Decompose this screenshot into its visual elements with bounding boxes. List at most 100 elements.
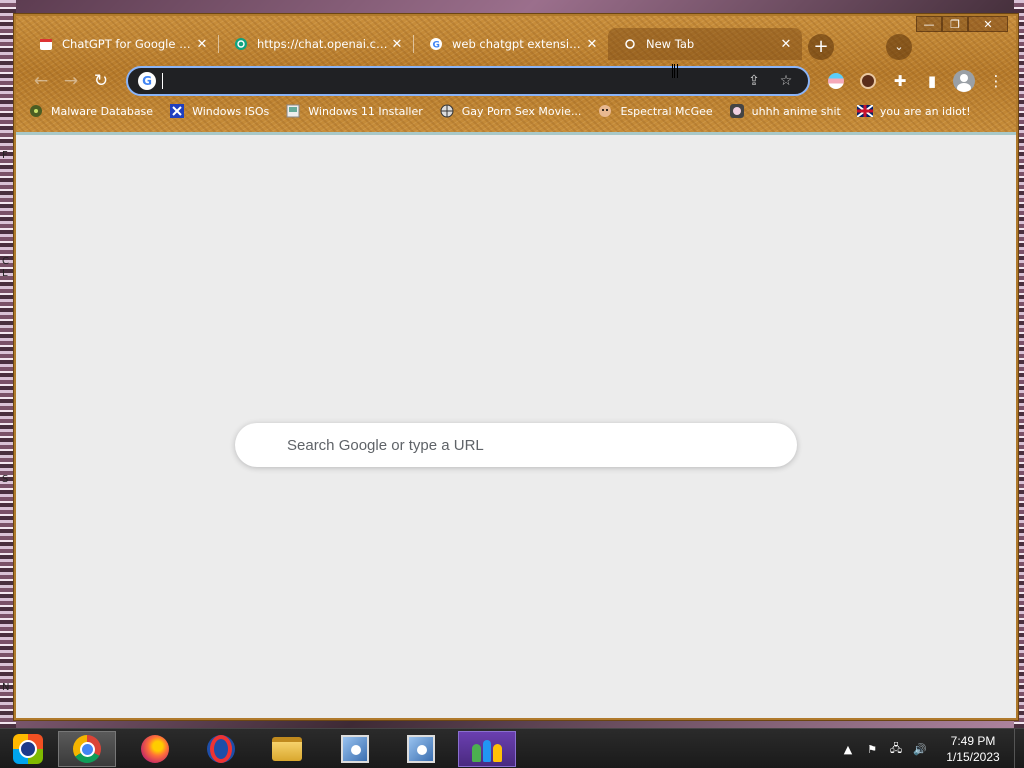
- anime-icon: [729, 103, 745, 119]
- extension-avatar-icon[interactable]: [852, 66, 884, 96]
- show-hidden-icons-arrow-icon[interactable]: ▲: [840, 741, 856, 757]
- text-caret: [162, 73, 163, 89]
- desktop-text-fragment: C: [2, 256, 9, 267]
- text-cursor-icon: [672, 64, 678, 78]
- google-g-icon: G: [138, 72, 156, 90]
- close-tab-icon[interactable]: ✕: [778, 37, 794, 52]
- bookmark-label: you are an idiot!: [879, 104, 971, 118]
- bookmark-star-icon[interactable]: ☆: [774, 73, 798, 89]
- firefox-icon: [141, 735, 169, 763]
- tab-search-button[interactable]: ⌄: [886, 34, 912, 60]
- toolbar-right: ✚ ▮ ⋮: [820, 64, 1012, 98]
- desktop-text-fragment: L: [2, 268, 8, 279]
- taskbar-opera[interactable]: [192, 731, 250, 767]
- bookmark-you-are-an-idiot[interactable]: you are an idiot!: [856, 103, 971, 119]
- profile-avatar-button[interactable]: [948, 66, 980, 96]
- desktop-text-fragment: S: [2, 474, 9, 485]
- taskbar-file-explorer[interactable]: [258, 731, 316, 767]
- bookmark-label: Windows ISOs: [192, 104, 270, 118]
- ntp-search-box[interactable]: [235, 423, 797, 467]
- start-button[interactable]: [6, 731, 50, 767]
- svg-text:G: G: [433, 41, 440, 51]
- tab-chat-openai[interactable]: https://chat.openai.com ✕: [219, 28, 413, 60]
- bookmark-malware-database[interactable]: Malware Database: [28, 103, 153, 119]
- x-logo-icon: [169, 103, 185, 119]
- chrome-icon: [73, 735, 101, 763]
- close-window-button[interactable]: ✕: [968, 16, 1008, 32]
- extensions-puzzle-icon[interactable]: ✚: [884, 66, 916, 96]
- taskbar-installer-1[interactable]: [326, 731, 384, 767]
- chrome-menu-button[interactable]: ⋮: [980, 66, 1012, 96]
- bookmark-label: Malware Database: [51, 104, 154, 118]
- close-tab-icon[interactable]: ✕: [584, 37, 600, 52]
- face-icon: [597, 103, 613, 119]
- new-tab-button[interactable]: +: [808, 34, 834, 60]
- taskbar-installer-2[interactable]: [392, 731, 450, 767]
- globe-icon: [439, 103, 455, 119]
- bookmark-label: Espectral McGee: [620, 104, 713, 118]
- volume-icon[interactable]: 🔊: [912, 741, 928, 757]
- bookmark-movie-site[interactable]: Gay Porn Sex Movie...: [439, 103, 582, 119]
- people-icon: [472, 736, 503, 762]
- action-center-flag-icon[interactable]: ⚑: [864, 741, 880, 757]
- tab-title: ChatGPT for Google - Chrome: [62, 37, 194, 51]
- taskbar-people[interactable]: [458, 731, 516, 767]
- share-icon[interactable]: ⇪: [742, 73, 766, 89]
- tab-title: New Tab: [646, 37, 695, 51]
- installer-icon: [407, 735, 435, 763]
- tab-title: https://chat.openai.com: [257, 37, 389, 51]
- biohazard-icon: [28, 103, 44, 119]
- back-button[interactable]: ←: [26, 66, 56, 96]
- close-tab-icon[interactable]: ✕: [389, 37, 405, 52]
- tab-chatgpt-for-google[interactable]: ChatGPT for Google - Chrome ✕: [24, 28, 218, 60]
- bookmark-espectral-mcgee[interactable]: Espectral McGee: [597, 103, 713, 119]
- close-tab-icon[interactable]: ✕: [194, 37, 210, 52]
- show-desktop-button[interactable]: [1014, 729, 1024, 768]
- network-icon[interactable]: 🖧: [888, 741, 904, 757]
- minimize-button[interactable]: —: [916, 16, 942, 32]
- opera-icon: [207, 735, 235, 763]
- omnibox[interactable]: G ⇪ ☆: [126, 66, 810, 96]
- clock-time: 7:49 PM: [950, 734, 996, 748]
- clock[interactable]: 7:49 PM 1/15/2023: [938, 733, 1008, 765]
- maximize-button[interactable]: ❐: [942, 16, 968, 32]
- bookmark-label: Gay Porn Sex Movie...: [461, 104, 582, 118]
- address-bar-input[interactable]: [171, 73, 734, 89]
- windows-logo-icon: [13, 734, 43, 764]
- window-controls: — ❐ ✕: [916, 16, 1008, 32]
- chrome-window: — ❐ ✕ ChatGPT for Google - Chrome ✕ http…: [14, 14, 1018, 720]
- system-tray: ▲ ⚑ 🖧 🔊: [840, 729, 928, 768]
- tab-web-chatgpt-extension[interactable]: G web chatgpt extension - Google ✕: [414, 28, 608, 60]
- browser-frame: — ❐ ✕ ChatGPT for Google - Chrome ✕ http…: [16, 16, 1016, 132]
- avatar: [953, 70, 975, 92]
- bookmark-anime[interactable]: uhhh anime shit: [729, 103, 841, 119]
- flag-uk-icon: [856, 103, 873, 119]
- bookmark-windows-11-installer[interactable]: Windows 11 Installer: [285, 103, 423, 119]
- folder-icon: [272, 737, 302, 761]
- extension-trans-flag-icon[interactable]: [820, 66, 852, 96]
- side-panel-icon[interactable]: ▮: [916, 66, 948, 96]
- bookmark-label: Windows 11 Installer: [308, 104, 423, 118]
- newtab-favicon-icon: [622, 36, 638, 52]
- toolbar: ← → ↻ G ⇪ ☆ ✚ ▮ ⋮: [16, 64, 1016, 98]
- installer-icon: [285, 103, 301, 119]
- installer-icon: [341, 735, 369, 763]
- reload-button[interactable]: ↻: [86, 66, 116, 96]
- clock-date: 1/15/2023: [946, 750, 1000, 764]
- taskbar-firefox[interactable]: [126, 731, 184, 767]
- bookmarks-bar: Malware Database Windows ISOs Windows 11…: [28, 100, 987, 122]
- bookmark-windows-isos[interactable]: Windows ISOs: [169, 103, 269, 119]
- tab-title: web chatgpt extension - Google: [452, 37, 584, 51]
- forward-button[interactable]: →: [56, 66, 86, 96]
- ntp-search-input[interactable]: [287, 436, 767, 454]
- tab-new-tab[interactable]: New Tab ✕: [608, 28, 802, 60]
- taskbar-chrome[interactable]: [58, 731, 116, 767]
- google-favicon-icon: G: [428, 36, 444, 52]
- openai-favicon-icon: [233, 36, 249, 52]
- chatgpt-google-favicon-icon: [38, 36, 54, 52]
- bookmark-label: uhhh anime shit: [751, 104, 841, 118]
- taskbar: ▲ ⚑ 🖧 🔊 7:49 PM 1/15/2023: [0, 728, 1024, 768]
- tab-strip: ChatGPT for Google - Chrome ✕ https://ch…: [24, 28, 802, 60]
- new-tab-page: [16, 132, 1016, 718]
- desktop-text-fragment: F: [2, 150, 8, 161]
